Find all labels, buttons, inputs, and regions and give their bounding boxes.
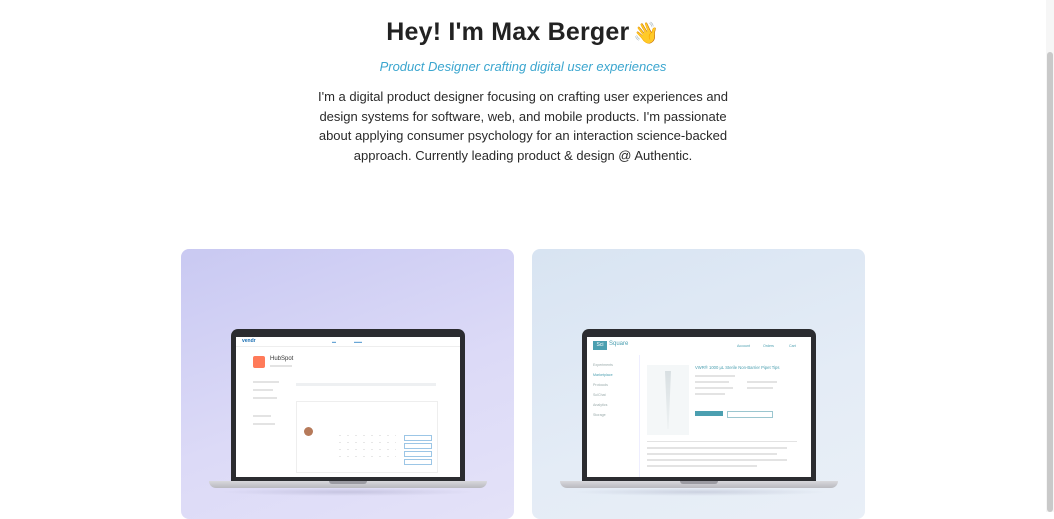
top-nav-account: Account <box>737 344 750 348</box>
mini-tab: ▬ <box>332 339 336 344</box>
laptop-mockup: vendr ▬ ▬▬ HubSpot <box>209 329 487 499</box>
nav-item: Experiments <box>593 363 613 367</box>
mini-line <box>695 387 733 389</box>
mini-tab: ▬▬ <box>354 339 362 344</box>
intro-paragraph: I'm a digital product designer focusing … <box>317 89 729 163</box>
project-card-sciquare[interactable]: Sci Square Account Orders Cart Experimen… <box>532 249 865 519</box>
laptop-notch <box>329 481 367 484</box>
nav-item: SciChat <box>593 393 606 397</box>
mini-progress <box>296 383 436 386</box>
laptop-shadow <box>570 488 828 496</box>
mini-line <box>695 393 725 395</box>
project-card-vendr[interactable]: vendr ▬ ▬▬ HubSpot <box>181 249 514 519</box>
nav-item: Analytics <box>593 403 608 407</box>
mini-button <box>404 443 432 449</box>
vendr-logo: vendr <box>242 338 256 344</box>
mini-line <box>253 423 275 425</box>
hubspot-title: HubSpot <box>270 356 294 362</box>
nav-item: Protocols <box>593 383 608 387</box>
laptop-lid: vendr ▬ ▬▬ HubSpot <box>231 329 465 481</box>
mini-button <box>727 411 773 418</box>
title-text: Hey! I'm Max Berger <box>386 18 630 46</box>
laptop-notch <box>680 481 718 484</box>
mini-header <box>236 337 460 347</box>
page-title: Hey! I'm Max Berger 👋 <box>0 18 1046 47</box>
mini-button <box>695 411 723 416</box>
mini-line <box>253 389 273 391</box>
laptop-screen: vendr ▬ ▬▬ HubSpot <box>236 337 460 477</box>
mini-line <box>747 387 773 389</box>
mini-line <box>747 381 777 383</box>
mini-button <box>404 435 432 441</box>
laptop-shadow <box>219 488 477 496</box>
nav-item: Storage <box>593 413 606 417</box>
laptop-screen: Sci Square Account Orders Cart Experimen… <box>587 337 811 477</box>
avatar <box>304 427 313 436</box>
mini-line <box>253 415 271 417</box>
mini-divider <box>647 441 797 442</box>
top-nav-orders: Orders <box>763 344 774 348</box>
mini-line <box>647 465 757 467</box>
mini-line <box>270 365 292 367</box>
laptop-lid: Sci Square Account Orders Cart Experimen… <box>582 329 816 481</box>
laptop-mockup: Sci Square Account Orders Cart Experimen… <box>560 329 838 499</box>
mini-line <box>647 453 777 455</box>
mini-button <box>404 451 432 457</box>
waving-hand-icon: 👋 <box>633 22 660 45</box>
mini-line <box>695 381 729 383</box>
nav-item: Marketplace <box>593 373 613 377</box>
page-scrollbar[interactable] <box>1046 0 1054 512</box>
sciquare-logo-badge: Sci <box>593 341 607 350</box>
mini-line <box>647 459 787 461</box>
scrollbar-thumb[interactable] <box>1047 52 1053 512</box>
mini-line <box>253 381 279 383</box>
sciquare-logo-text: Square <box>609 341 629 347</box>
mini-line <box>695 375 735 377</box>
mini-button <box>404 459 432 465</box>
mini-calendar <box>336 432 396 462</box>
page-subtitle: Product Designer crafting digital user e… <box>379 59 667 74</box>
hubspot-icon <box>253 356 265 368</box>
mini-line <box>253 397 277 399</box>
mini-line <box>647 447 787 449</box>
product-title: VWR® 1000 μL Sterile Non-Barrier Pipet T… <box>695 365 780 370</box>
top-nav-cart: Cart <box>789 344 796 348</box>
